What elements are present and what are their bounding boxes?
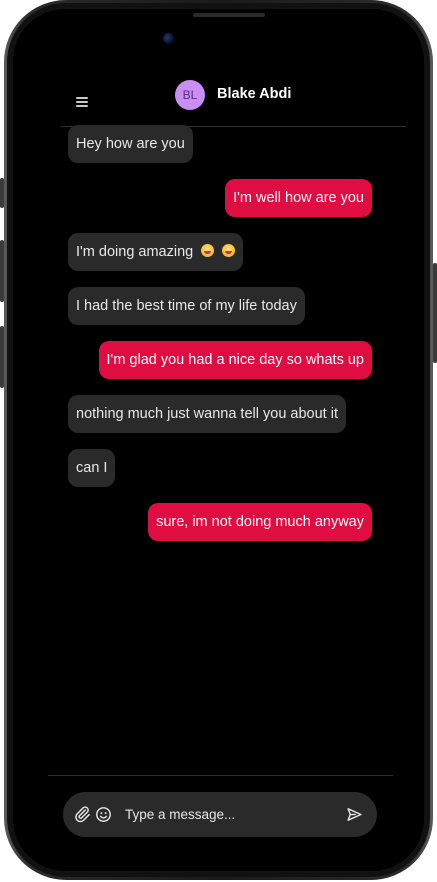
smiley-icon[interactable] (95, 806, 112, 823)
phone-bezel: BL Blake Abdi Hey how are you I'm well h… (7, 3, 430, 877)
message-outgoing: sure, im not doing much anyway (148, 503, 372, 541)
avatar[interactable]: BL (175, 80, 205, 110)
phone-screen: BL Blake Abdi Hey how are you I'm well h… (13, 9, 424, 871)
composer-divider (48, 775, 393, 776)
message-text: can I (76, 460, 108, 476)
send-icon[interactable] (346, 806, 363, 823)
message-text: I'm well how are you (233, 190, 364, 206)
contact-name[interactable]: Blake Abdi (217, 86, 291, 102)
message-incoming: I'm doing amazing (68, 233, 244, 271)
volume-up-button (0, 240, 4, 302)
message-outgoing: I'm glad you had a nice day so whats up (98, 341, 372, 379)
hamburger-menu-icon[interactable] (76, 96, 90, 108)
silent-switch (0, 178, 4, 208)
speaker-slot (193, 13, 265, 17)
message-text: I had the best time of my life today (76, 298, 297, 314)
message-incoming: nothing much just wanna tell you about i… (68, 395, 346, 433)
message-incoming: Hey how are you (68, 125, 193, 163)
message-composer (63, 792, 377, 837)
message-text: nothing much just wanna tell you about i… (76, 406, 338, 422)
message-incoming: can I (68, 449, 116, 487)
message-text: sure, im not doing much anyway (156, 514, 364, 530)
message-text: Hey how are you (76, 136, 185, 152)
grinning-face-emoji-icon (222, 244, 236, 257)
chat-header: BL Blake Abdi (61, 69, 406, 127)
front-camera (163, 33, 174, 44)
message-text: I'm glad you had a nice day so whats up (106, 352, 364, 368)
phone-frame: BL Blake Abdi Hey how are you I'm well h… (4, 0, 433, 880)
paperclip-icon[interactable] (73, 805, 91, 823)
message-input[interactable] (125, 804, 325, 825)
power-button (433, 263, 437, 363)
grinning-face-emoji-icon (201, 244, 215, 257)
message-text: I'm doing amazing (76, 244, 194, 260)
volume-down-button (0, 326, 4, 388)
message-incoming: I had the best time of my life today (68, 287, 305, 325)
message-outgoing: I'm well how are you (225, 179, 372, 217)
